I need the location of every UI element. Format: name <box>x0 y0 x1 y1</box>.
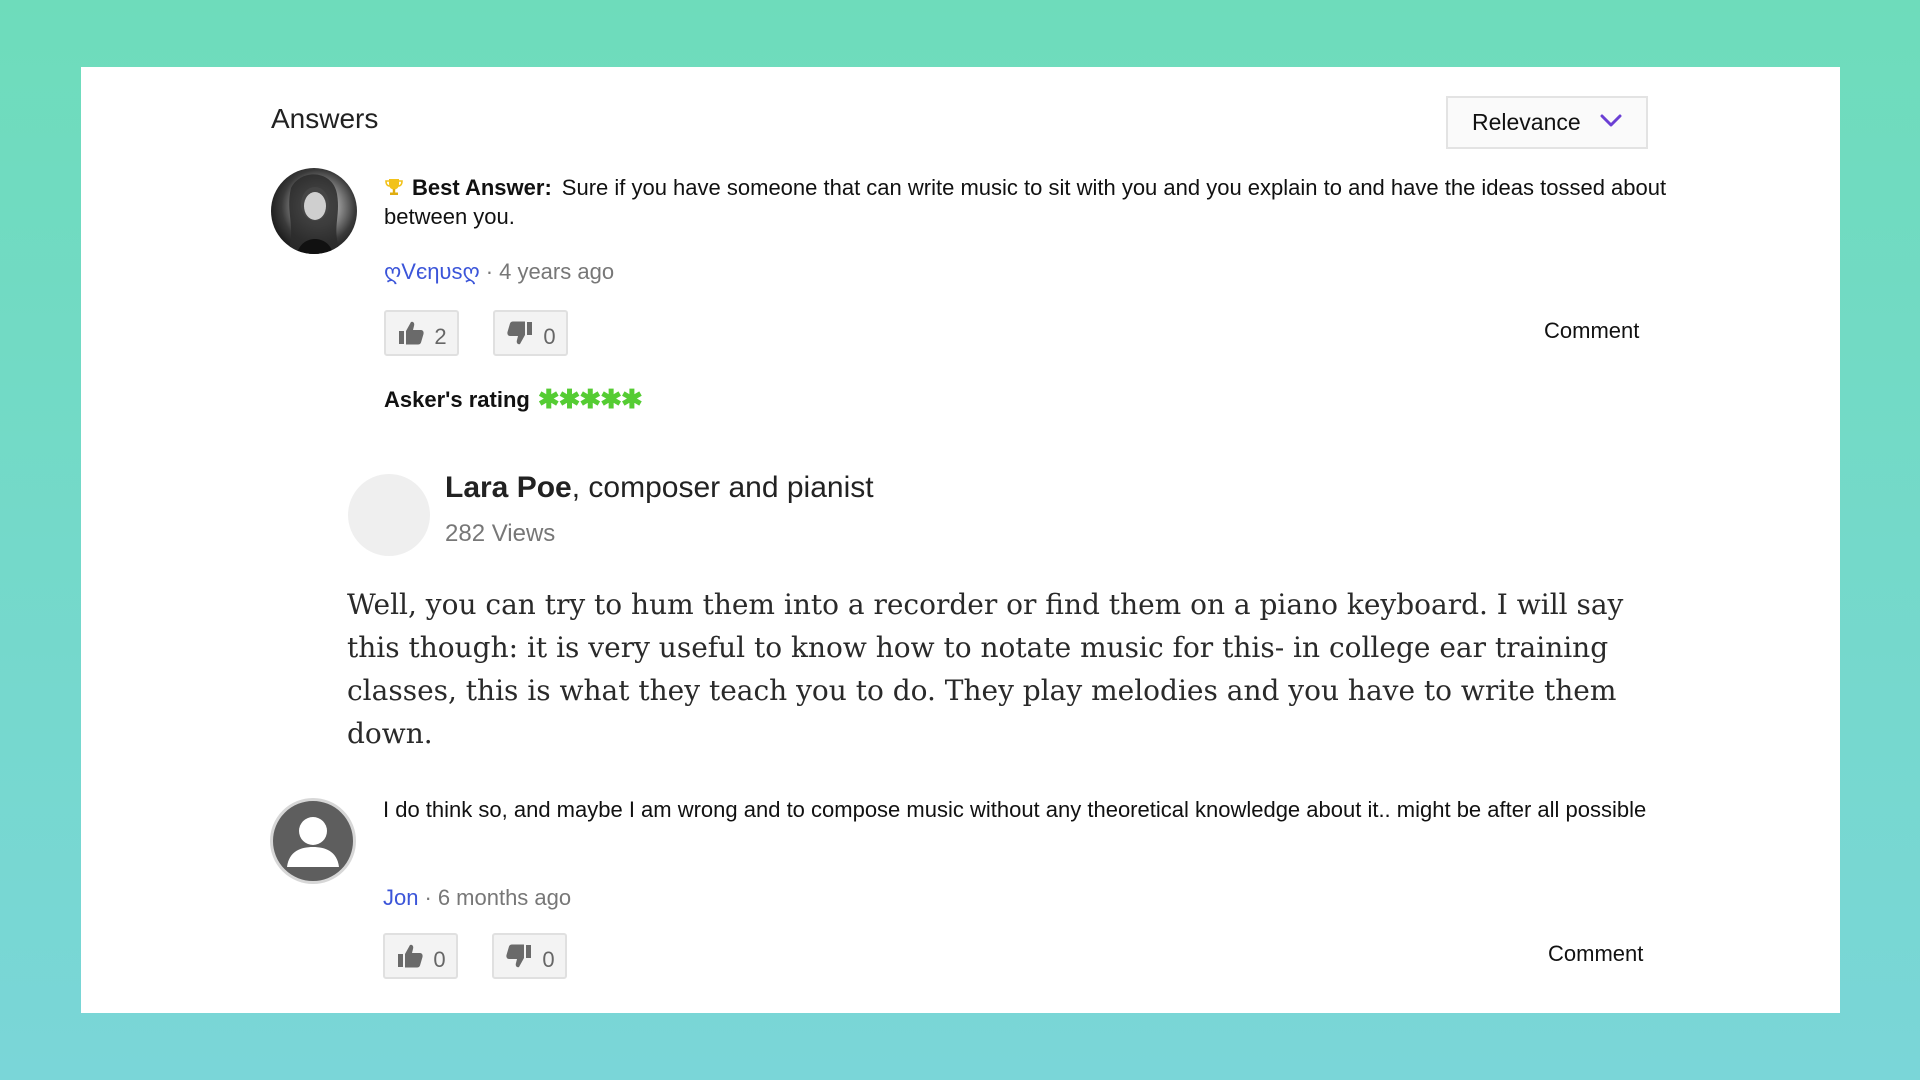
downvote-count: 0 <box>542 947 555 972</box>
comment-button[interactable]: Comment <box>1544 318 1639 344</box>
downvote-count: 0 <box>543 324 556 349</box>
answer-2-time: 6 months ago <box>437 885 572 910</box>
best-answer-meta: ღVєηυѕღ · 4 years ago <box>384 259 614 285</box>
thumbs-up-icon <box>399 321 425 345</box>
quote-body: Well, you can try to hum them into a rec… <box>347 588 1624 750</box>
best-answer-text: Best Answer: Sure if you have someone tha… <box>384 173 1684 231</box>
trophy-icon <box>385 179 403 195</box>
thumbs-up-icon <box>398 944 424 968</box>
comment-button[interactable]: Comment <box>1548 941 1643 967</box>
sort-selected-label: Relevance <box>1472 109 1581 135</box>
downvote-button[interactable]: 0 <box>492 933 567 979</box>
thumbs-down-icon <box>507 321 533 345</box>
quote-views: 282 Views <box>445 520 556 547</box>
asker-rating: Asker's rating ✱✱✱✱✱ <box>384 384 643 415</box>
best-answer-time: 4 years ago <box>499 259 615 284</box>
upvote-button[interactable]: 0 <box>383 933 458 979</box>
answer-2-username[interactable]: Jon <box>383 885 418 910</box>
answer-2-text: I do think so, and maybe I am wrong and … <box>383 797 1647 822</box>
answer-2-avatar[interactable] <box>270 798 356 884</box>
sort-dropdown[interactable]: Relevance <box>1446 96 1648 149</box>
thumbs-down-icon <box>506 944 532 968</box>
user-silhouette-icon <box>287 817 339 867</box>
upvote-count: 0 <box>433 947 446 972</box>
best-answer-username[interactable]: ღVєηυѕღ <box>384 259 480 284</box>
quote-author-name[interactable]: Lara Poe <box>445 471 572 504</box>
quote-author: Lara Poe, composer and pianist <box>445 471 874 505</box>
answer-2-meta: Jon · 6 months ago <box>383 885 571 911</box>
asker-rating-label: Asker's rating <box>384 386 530 412</box>
asker-rating-stars: ✱✱✱✱✱ <box>537 384 643 414</box>
best-answer-body: Sure if you have someone that can write … <box>384 175 1667 229</box>
downvote-button[interactable]: 0 <box>493 310 568 356</box>
meta-separator: · <box>424 885 432 910</box>
upvote-button[interactable]: 2 <box>384 310 459 356</box>
best-answer-label: Best Answer: <box>412 175 552 200</box>
upvote-count: 2 <box>434 324 447 349</box>
answers-heading: Answers <box>271 103 379 134</box>
meta-separator: · <box>485 259 494 284</box>
chevron-down-icon <box>1600 114 1622 127</box>
quote-author-title: , composer and pianist <box>571 471 874 504</box>
best-answer-avatar[interactable] <box>271 168 357 254</box>
answers-panel: Answers Relevance Best Answer: Sure if yo… <box>81 67 1840 1013</box>
quote-author-avatar[interactable] <box>348 474 430 556</box>
profile-photo-icon <box>287 174 341 254</box>
